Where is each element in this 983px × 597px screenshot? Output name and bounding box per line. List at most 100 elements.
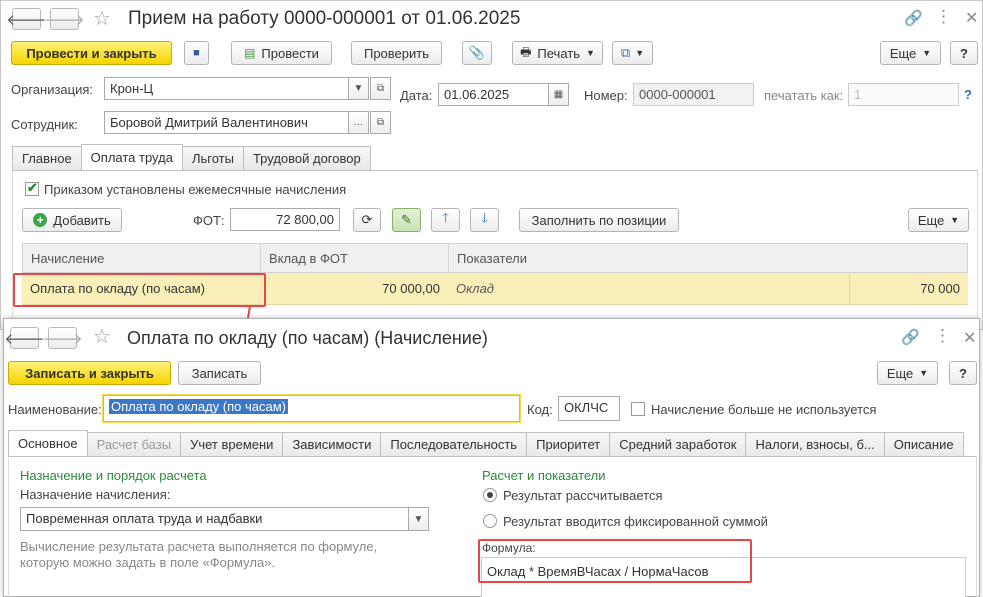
chevron-down-icon: ▼	[353, 83, 364, 94]
create-based-on-button[interactable]: ⧉ ▼	[612, 41, 653, 65]
organization-field[interactable]: Крон-Ц	[104, 77, 349, 100]
code-field[interactable]: ОКЛЧС	[558, 396, 620, 421]
organization-dropdown-button[interactable]: ▼	[348, 77, 369, 100]
ellipsis-icon: …	[353, 117, 364, 128]
forward-button[interactable]: 🡒	[42, 327, 83, 349]
employee-field[interactable]: Боровой Дмитрий Валентинович	[104, 111, 349, 134]
back-button[interactable]: 🡐	[6, 8, 47, 30]
help-button[interactable]: ?	[949, 361, 977, 385]
organization-open-button[interactable]: ⧉	[370, 77, 391, 100]
more-vertical-icon[interactable]: ⋮	[935, 7, 952, 27]
arrow-up-icon: 🡑	[442, 210, 449, 225]
column-indicators[interactable]: Показатели	[449, 244, 967, 272]
date-field[interactable]: 01.06.2025	[438, 83, 549, 106]
accrual-window: 🡐 🡒 ☆ Оплата по окладу (по часам) (Начис…	[3, 318, 980, 597]
grid-more-button[interactable]: Еще ▼	[908, 208, 969, 232]
employee-open-button[interactable]: ⧉	[370, 111, 391, 134]
print-as-field[interactable]: 1	[848, 83, 959, 106]
column-accrual[interactable]: Начисление	[23, 244, 261, 272]
arrow-right-icon: 🡒	[44, 11, 85, 29]
window-title: Прием на работу 0000-000001 от 01.06.202…	[128, 8, 521, 29]
tab-dependencies[interactable]: Зависимости	[282, 432, 382, 456]
tab-sequence[interactable]: Последовательность	[380, 432, 528, 456]
more-vertical-icon[interactable]: ⋮	[934, 326, 951, 346]
number-label: Номер:	[584, 88, 628, 103]
row-indicator-value: 70 000	[920, 281, 960, 296]
dropdown-arrow-icon: ▼	[919, 368, 929, 378]
refresh-button[interactable]: ⟳	[353, 208, 381, 232]
fot-field[interactable]: 72 800,00	[230, 208, 340, 231]
purpose-label: Назначение начисления:	[20, 487, 171, 502]
tab-taxes[interactable]: Налоги, взносы, б...	[745, 432, 885, 456]
name-field[interactable]: Оплата по окладу (по часам)	[103, 395, 520, 422]
help-button[interactable]: ?	[950, 41, 978, 65]
close-icon[interactable]: ✕	[963, 328, 976, 348]
purpose-select[interactable]: Повременная оплата труда и надбавки	[20, 507, 409, 531]
help-link[interactable]: ?	[964, 87, 972, 102]
employee-select-button[interactable]: …	[348, 111, 369, 134]
dropdown-arrow-icon: ▼	[586, 48, 595, 58]
highlight-box	[478, 539, 752, 583]
calendar-button[interactable]: ▦	[548, 83, 569, 106]
column-fot-contribution[interactable]: Вклад в ФОТ	[261, 244, 449, 272]
tab-priority[interactable]: Приоритет	[526, 432, 611, 456]
tab-basic[interactable]: Основное	[8, 430, 88, 456]
radio-result-fixed[interactable]	[483, 514, 497, 528]
post-and-close-button[interactable]: Провести и закрыть	[11, 41, 172, 65]
unused-checkbox[interactable]	[631, 402, 645, 416]
paperclip-icon: 📎	[468, 45, 486, 60]
tab-benefits[interactable]: Льготы	[181, 146, 244, 170]
tab-base-calc[interactable]: Расчет базы	[86, 432, 182, 456]
dropdown-arrow-icon: ▼	[635, 48, 645, 58]
link-icon[interactable]: 🔗	[901, 328, 920, 346]
save-button[interactable]: Записать	[178, 361, 261, 385]
window-title: Оплата по окладу (по часам) (Начисление)	[127, 328, 488, 348]
forward-button[interactable]: 🡒	[44, 8, 85, 30]
move-down-button[interactable]: 🡓	[470, 208, 499, 232]
tab-payment[interactable]: Оплата труда	[80, 144, 183, 170]
fill-by-position-button[interactable]: Заполнить по позиции	[519, 208, 679, 232]
tab-description[interactable]: Описание	[883, 432, 964, 456]
more-button[interactable]: Еще ▼	[877, 361, 938, 385]
accruals-grid-header: Начисление Вклад в ФОТ Показатели	[22, 243, 968, 273]
favorite-star-icon[interactable]: ☆	[93, 324, 111, 349]
tab-time-accounting[interactable]: Учет времени	[180, 432, 284, 456]
tab-average-earnings[interactable]: Средний заработок	[609, 432, 747, 456]
radio-result-fixed-label: Результат вводится фиксированной суммой	[503, 514, 768, 529]
monthly-accruals-checkbox[interactable]: ✔	[25, 180, 39, 196]
number-field[interactable]: 0000-000001	[633, 83, 754, 106]
unused-label: Начисление больше не используется	[651, 402, 877, 417]
tab-contract[interactable]: Трудовой договор	[242, 146, 371, 170]
check-button[interactable]: Проверить	[351, 41, 442, 65]
radio-result-calculated[interactable]	[483, 488, 497, 502]
move-up-button[interactable]: 🡑	[431, 208, 460, 232]
more-button[interactable]: Еще ▼	[880, 41, 941, 65]
formula-note: Вычисление результата расчета выполняетс…	[20, 539, 378, 570]
save-button[interactable]: ■	[184, 41, 209, 65]
plus-icon: +	[33, 213, 48, 227]
document-tabs: Главное Оплата труда Льготы Трудовой дог…	[12, 144, 371, 170]
print-button[interactable]: 🖶 Печать ▼	[512, 41, 603, 65]
name-label: Наименование:	[8, 402, 102, 417]
accrual-tabs: Основное Расчет базы Учет времени Зависи…	[8, 430, 964, 456]
link-icon[interactable]: 🔗	[904, 9, 923, 27]
monthly-accruals-label: Приказом установлены ежемесячные начисле…	[44, 182, 347, 197]
name-value-selected: Оплата по окладу (по часам)	[109, 399, 288, 414]
edit-button[interactable]: ✎	[392, 208, 421, 232]
tab-main[interactable]: Главное	[12, 146, 82, 170]
arrow-left-icon: 🡐	[4, 330, 45, 348]
dropdown-arrow-icon: ▼	[950, 215, 960, 225]
favorite-star-icon[interactable]: ☆	[93, 6, 111, 31]
post-button[interactable]: ▤ Провести	[231, 41, 332, 65]
dropdown-arrow-icon: ▼	[922, 48, 932, 58]
add-button[interactable]: + Добавить	[22, 208, 122, 232]
purpose-dropdown-button[interactable]: ▼	[408, 507, 429, 531]
section-purpose-title: Назначение и порядок расчета	[20, 468, 207, 483]
close-icon[interactable]: ✕	[965, 8, 978, 28]
code-label: Код:	[527, 402, 553, 417]
save-and-close-button[interactable]: Записать и закрыть	[8, 361, 171, 385]
row-indicator: Оклад	[448, 273, 850, 304]
back-button[interactable]: 🡐	[4, 327, 45, 349]
attach-button[interactable]: 📎	[462, 41, 492, 65]
floppy-icon: ■	[193, 47, 200, 59]
